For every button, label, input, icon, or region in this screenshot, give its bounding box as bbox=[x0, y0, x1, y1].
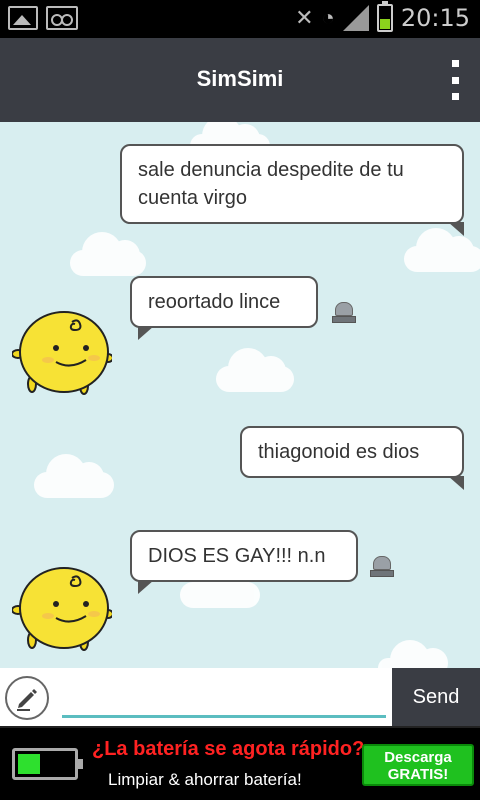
mute-icon: ✕ bbox=[295, 5, 314, 30]
ad-download-button[interactable]: Descarga GRATIS! bbox=[362, 744, 474, 786]
gallery-icon bbox=[8, 6, 38, 30]
cloud-decoration bbox=[404, 228, 480, 272]
cloud-decoration bbox=[34, 454, 114, 498]
ad-cta-line1: Descarga bbox=[384, 749, 452, 766]
message-bubble-simsimi[interactable]: DIOS ES GAY!!! n.n bbox=[130, 530, 358, 594]
signal-icon bbox=[342, 5, 369, 31]
message-text: thiagonoid es dios bbox=[258, 441, 420, 463]
cloud-decoration bbox=[216, 348, 294, 392]
status-right-icons: ✕ ◔ 20:15 bbox=[295, 1, 470, 32]
cloud-decoration bbox=[70, 232, 146, 276]
status-bar: ✕ ◔ 20:15 bbox=[0, 0, 480, 38]
pencil-icon[interactable] bbox=[5, 676, 49, 720]
message-input[interactable] bbox=[62, 678, 386, 718]
overflow-menu-icon[interactable] bbox=[450, 60, 460, 100]
report-siren-icon[interactable] bbox=[332, 302, 356, 324]
status-time: 20:15 bbox=[400, 4, 470, 32]
chat-area[interactable]: sale denuncia despedite de tu cuenta vir… bbox=[0, 122, 480, 668]
voicemail-icon bbox=[46, 6, 78, 30]
app-header: SimSimi bbox=[0, 38, 480, 122]
simsimi-avatar bbox=[11, 306, 114, 402]
ad-banner[interactable]: ¿La batería se agota rápido? Limpiar & a… bbox=[0, 726, 480, 800]
wifi-icon: ◔ bbox=[321, 5, 335, 30]
cloud-decoration bbox=[180, 564, 260, 608]
message-bubble-simsimi[interactable]: reoortado lince bbox=[130, 276, 318, 340]
cloud-decoration bbox=[378, 640, 448, 668]
report-siren-icon[interactable] bbox=[370, 556, 394, 578]
message-text: sale denuncia despedite de tu cuenta vir… bbox=[138, 159, 404, 209]
battery-icon bbox=[376, 1, 393, 32]
message-text: reoortado lince bbox=[148, 291, 281, 313]
ad-headline: ¿La batería se agota rápido? bbox=[92, 738, 365, 760]
ad-subline: Limpiar & ahorrar batería! bbox=[108, 770, 302, 789]
simsimi-avatar bbox=[11, 562, 114, 658]
message-input-bar: Send bbox=[0, 668, 480, 726]
message-bubble-user[interactable]: sale denuncia despedite de tu cuenta vir… bbox=[120, 144, 464, 236]
ad-cta-line2: GRATIS! bbox=[387, 766, 449, 783]
message-bubble-user[interactable]: thiagonoid es dios bbox=[240, 426, 464, 490]
battery-ad-icon bbox=[12, 748, 83, 780]
send-button[interactable]: Send bbox=[392, 668, 480, 726]
app-title: SimSimi bbox=[196, 66, 284, 91]
message-text: DIOS ES GAY!!! n.n bbox=[148, 545, 326, 567]
status-left-icons bbox=[8, 6, 78, 30]
